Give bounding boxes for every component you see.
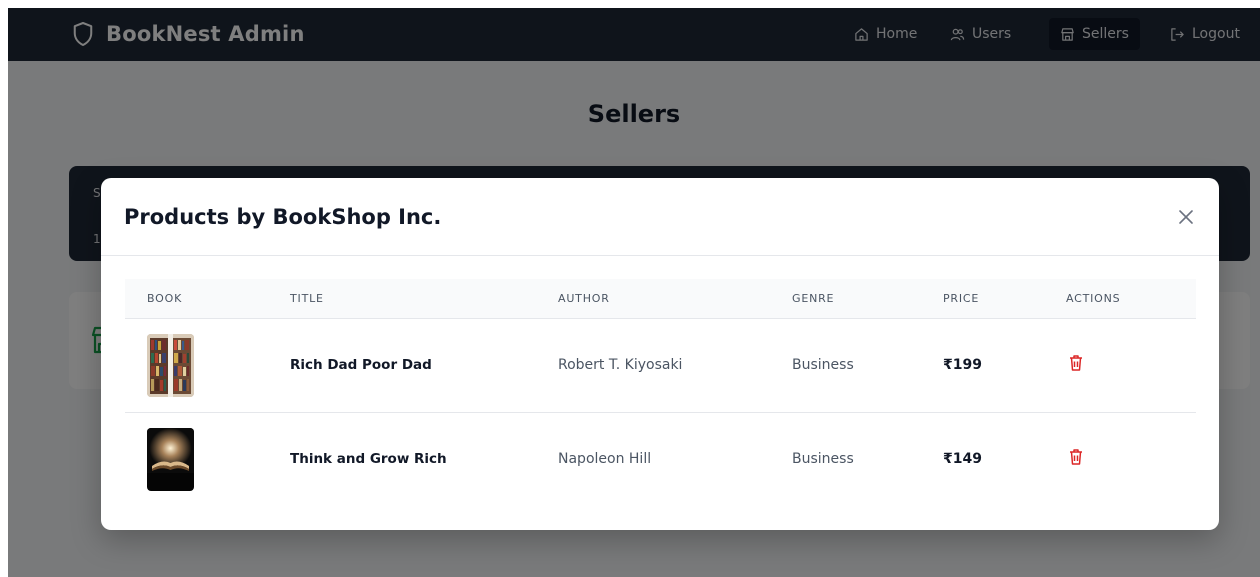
column-header-title: TITLE bbox=[290, 292, 324, 305]
column-header-genre: GENRE bbox=[792, 292, 835, 305]
book-price: ₹149 bbox=[943, 451, 982, 467]
app-root: BookNest Admin Home Users Sellers bbox=[8, 8, 1260, 577]
book-author: Robert T. Kiyosaki bbox=[558, 357, 683, 373]
products-modal: Products by BookShop Inc. BOOK TITLE AUT… bbox=[101, 178, 1219, 530]
book-genre: Business bbox=[792, 357, 854, 373]
book-cover-image bbox=[147, 334, 194, 397]
book-author: Napoleon Hill bbox=[558, 451, 652, 467]
book-title: Rich Dad Poor Dad bbox=[290, 357, 432, 373]
book-title: Think and Grow Rich bbox=[290, 451, 447, 467]
modal-title: Products by BookShop Inc. bbox=[124, 205, 442, 229]
close-button[interactable] bbox=[1173, 204, 1199, 230]
column-header-actions: ACTIONS bbox=[1066, 292, 1121, 305]
delete-button[interactable] bbox=[1068, 354, 1084, 372]
modal-divider bbox=[101, 255, 1219, 256]
book-cover-image bbox=[147, 428, 194, 491]
book-genre: Business bbox=[792, 451, 854, 467]
close-icon bbox=[1179, 210, 1193, 224]
column-header-book: BOOK bbox=[147, 292, 183, 305]
products-table-header: BOOK TITLE AUTHOR GENRE PRICE ACTIONS bbox=[125, 279, 1196, 319]
delete-button[interactable] bbox=[1068, 448, 1084, 466]
trash-icon bbox=[1070, 355, 1082, 371]
book-price: ₹199 bbox=[943, 357, 982, 373]
trash-icon bbox=[1070, 449, 1082, 465]
column-header-author: AUTHOR bbox=[558, 292, 610, 305]
table-row: Think and Grow Rich Napoleon Hill Busine… bbox=[125, 413, 1196, 507]
table-row: Rich Dad Poor Dad Robert T. Kiyosaki Bus… bbox=[125, 319, 1196, 413]
column-header-price: PRICE bbox=[943, 292, 980, 305]
